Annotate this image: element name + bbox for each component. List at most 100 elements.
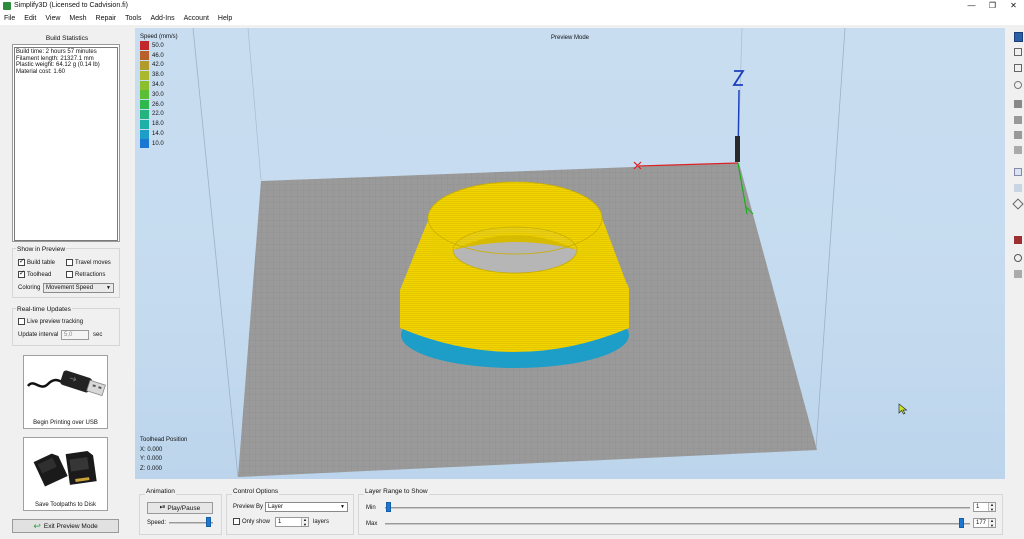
preview-by-select[interactable]: Layer ▼ xyxy=(265,502,348,512)
stat-material-cost: Material cost: 1.60 xyxy=(16,68,66,75)
build-table-check[interactable] xyxy=(18,258,25,266)
restore-button[interactable]: ❐ xyxy=(982,0,1003,11)
travel-moves-checkbox[interactable]: Travel moves xyxy=(66,259,111,266)
legend-swatch xyxy=(140,119,149,129)
move-icon[interactable] xyxy=(1014,48,1022,56)
travel-moves-check[interactable] xyxy=(66,259,73,266)
menu-repair[interactable]: Repair xyxy=(96,15,117,22)
minimize-button[interactable]: — xyxy=(961,0,982,11)
menu-file[interactable]: File xyxy=(4,15,15,22)
only-show-layers-input[interactable]: 1 ▲ ▼ xyxy=(275,517,309,527)
view-side-icon[interactable] xyxy=(1014,116,1022,124)
settings-icon[interactable] xyxy=(1014,270,1022,278)
gear-icon[interactable] xyxy=(1014,254,1022,262)
menu-help[interactable]: Help xyxy=(218,15,232,22)
travel-moves-label: Travel moves xyxy=(75,259,111,266)
animation-group: Animation xyxy=(139,488,222,535)
menu-tools[interactable]: Tools xyxy=(125,15,141,22)
rotate-icon[interactable] xyxy=(1014,81,1022,89)
view-top-icon[interactable] xyxy=(1014,131,1022,139)
min-layer-slider-track[interactable] xyxy=(385,507,970,509)
only-show-check[interactable] xyxy=(233,518,240,525)
support-icon[interactable] xyxy=(1014,236,1022,244)
max-layer-slider-thumb[interactable] xyxy=(959,518,964,528)
play-pause-button[interactable]: ⏯ Play/Pause xyxy=(147,502,213,514)
legend-item: 14.0 xyxy=(140,129,178,139)
save-to-disk-label: Save Toolpaths to Disk xyxy=(35,502,96,508)
layer-range-group: Layer Range to Show xyxy=(358,488,1003,535)
menu-add-ins[interactable]: Add-Ins xyxy=(150,15,174,22)
app-icon xyxy=(3,1,11,10)
max-layer-value: 177 xyxy=(976,520,987,526)
min-layer-slider-thumb[interactable] xyxy=(386,502,391,512)
exit-preview-button[interactable]: ↩ Exit Preview Mode xyxy=(12,519,119,533)
legend-item: 42.0 xyxy=(140,60,178,71)
min-layer-input[interactable]: 1 ▲ ▼ xyxy=(973,502,996,512)
view-front-icon[interactable] xyxy=(1014,100,1022,108)
chevron-down-icon: ▼ xyxy=(340,504,345,510)
view-cube-icon[interactable] xyxy=(1014,32,1023,42)
retractions-checkbox[interactable]: Retractions xyxy=(66,271,105,278)
menu-edit[interactable]: Edit xyxy=(24,15,36,22)
menu-mesh[interactable]: Mesh xyxy=(69,15,86,22)
view-iso-icon[interactable] xyxy=(1014,146,1022,154)
toolhead-checkbox[interactable]: Toolhead xyxy=(18,270,51,278)
preview-mode-title: Preview Mode xyxy=(550,35,589,41)
preview-viewport[interactable]: Preview Mode Speed (mm/s) 50.0 46.0 42.0 38… xyxy=(135,28,1005,479)
menu-account[interactable]: Account xyxy=(184,15,209,22)
update-interval-unit: sec xyxy=(93,332,103,338)
live-preview-check[interactable] xyxy=(18,318,25,325)
usb-print-label: Begin Printing over USB xyxy=(33,420,98,426)
retractions-check[interactable] xyxy=(66,271,73,278)
menu-bar: File Edit View Mesh Repair Tools Add-Ins… xyxy=(0,11,1024,25)
layer-range-title: Layer Range to Show xyxy=(364,488,429,495)
realtime-title: Real-time Updates xyxy=(16,306,72,313)
usb-cable-icon xyxy=(27,370,106,397)
speed-slider-thumb[interactable] xyxy=(205,517,211,527)
play-pause-icon: ⏯ xyxy=(159,504,166,511)
toolhead-position: Toolhead Position X: 0.000 Y: 0.000 Z: 0… xyxy=(140,436,187,474)
play-pause-label: Play/Pause xyxy=(167,504,201,512)
legend-value: 22.0 xyxy=(152,111,164,118)
fit-icon[interactable] xyxy=(1014,168,1022,176)
toolhead-check[interactable] xyxy=(18,270,25,278)
legend-value: 46.0 xyxy=(152,52,164,59)
legend-swatch xyxy=(140,109,149,119)
perspective-icon[interactable] xyxy=(1014,184,1022,192)
right-toolbar xyxy=(1011,28,1024,539)
save-to-disk-button[interactable]: Save Toolpaths to Disk xyxy=(23,437,108,511)
zoom-icon[interactable] xyxy=(1014,64,1022,72)
close-button[interactable]: ✕ xyxy=(1003,0,1024,11)
spinner-arrows-icon[interactable]: ▲ ▼ xyxy=(988,518,995,527)
coloring-select[interactable]: Movement Speed ▼ xyxy=(43,283,114,293)
legend-value: 38.0 xyxy=(152,72,164,79)
legend-item: 10.0 xyxy=(140,139,178,149)
spinner-arrows-icon[interactable]: ▲ ▼ xyxy=(301,517,308,526)
spinner-arrows-icon[interactable]: ▲ ▼ xyxy=(988,502,995,511)
control-options-title: Control Options xyxy=(232,488,280,495)
legend-item: 22.0 xyxy=(140,109,178,120)
menu-view[interactable]: View xyxy=(45,15,60,22)
preview-by-label: Preview By xyxy=(233,504,264,510)
exit-preview-label: Exit Preview Mode xyxy=(43,522,98,530)
window-title: Simplify3D (Licensed to Cadvision.fi) xyxy=(14,2,128,9)
live-preview-checkbox[interactable]: Live preview tracking xyxy=(18,318,83,325)
model-preview xyxy=(400,181,629,368)
min-layer-value: 1 xyxy=(976,504,980,510)
section-icon[interactable] xyxy=(1012,198,1024,210)
only-show-checkbox[interactable]: Only show xyxy=(233,518,270,525)
only-show-label: Only show xyxy=(242,518,271,525)
build-table-checkbox[interactable]: Build table xyxy=(18,258,55,266)
toolhead-x: X: 0.000 xyxy=(140,446,163,453)
sd-card-icon xyxy=(33,451,97,487)
legend-item: 30.0 xyxy=(140,90,178,100)
toolhead-nozzle xyxy=(735,136,740,162)
coloring-label: Coloring xyxy=(18,285,41,291)
legend-swatch xyxy=(140,51,149,61)
title-bar: Simplify3D (Licensed to Cadvision.fi) — … xyxy=(0,0,1024,11)
max-layer-slider-track[interactable] xyxy=(385,523,970,525)
update-interval-input[interactable]: 5,0 xyxy=(61,330,89,340)
layers-label: layers xyxy=(313,519,330,525)
max-layer-input[interactable]: 177 ▲ ▼ xyxy=(973,518,996,528)
usb-print-button[interactable]: Begin Printing over USB xyxy=(23,355,108,429)
